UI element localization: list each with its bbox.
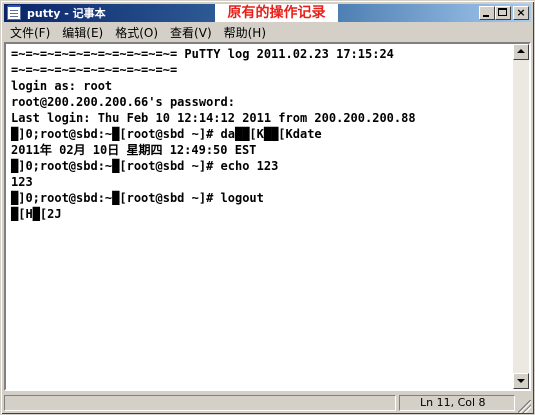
menu-format[interactable]: 格式(O) (109, 24, 164, 42)
resize-grip-icon[interactable] (518, 400, 531, 413)
title-bar[interactable]: putty - 记事本 原有的操作记录 × (4, 4, 531, 22)
maximize-button[interactable] (495, 6, 511, 20)
text-line: Last login: Thu Feb 10 12:14:12 2011 fro… (11, 111, 416, 125)
window-controls: × (479, 6, 529, 20)
status-bar: Ln 11, Col 8 (4, 393, 531, 413)
menu-help[interactable]: 帮助(H) (218, 24, 272, 42)
window-title: putty - 记事本 (27, 7, 106, 20)
text-line: 123 (11, 175, 33, 189)
notepad-icon[interactable] (7, 5, 21, 20)
text-line: █[H█[2J (11, 207, 62, 221)
text-line: █]0;root@sbd:~█[root@sbd ~]# logout (11, 191, 264, 205)
minimize-icon (480, 7, 494, 19)
close-button[interactable]: × (513, 6, 529, 20)
text-line: login as: root (11, 79, 113, 93)
maximize-icon (496, 7, 510, 19)
title-annotation: 原有的操作记录 (215, 4, 338, 22)
arrow-up-icon (517, 49, 525, 53)
arrow-down-icon (517, 379, 525, 383)
status-panel (4, 395, 396, 411)
text-line: █]0;root@sbd:~█[root@sbd ~]# echo 123 (11, 159, 279, 173)
notepad-window: putty - 记事本 原有的操作记录 × 文件(F) 编辑(E) 格式(O) … (0, 0, 535, 415)
menu-edit[interactable]: 编辑(E) (56, 24, 109, 42)
menu-view[interactable]: 查看(V) (164, 24, 218, 42)
menu-file[interactable]: 文件(F) (4, 24, 56, 42)
cursor-position: Ln 11, Col 8 (399, 395, 515, 411)
scroll-up-button[interactable] (513, 44, 529, 60)
text-editor[interactable]: =~=~=~=~=~=~=~=~=~=~=~= PuTTY log 2011.0… (4, 42, 531, 391)
text-content[interactable]: =~=~=~=~=~=~=~=~=~=~=~= PuTTY log 2011.0… (8, 46, 515, 387)
menu-bar: 文件(F) 编辑(E) 格式(O) 查看(V) 帮助(H) (4, 24, 531, 42)
text-line: 2011年 02月 10日 星期四 12:49:50 EST (11, 143, 257, 157)
text-line: =~=~=~=~=~=~=~=~=~=~=~= (11, 63, 178, 77)
close-icon: × (516, 6, 526, 19)
text-line: root@200.200.200.66's password: (11, 95, 235, 109)
scroll-down-button[interactable] (513, 373, 529, 389)
minimize-button[interactable] (479, 6, 495, 20)
text-line: █]0;root@sbd:~█[root@sbd ~]# da██[K██[Kd… (11, 127, 322, 141)
text-line: =~=~=~=~=~=~=~=~=~=~=~= PuTTY log 2011.0… (11, 47, 394, 61)
vertical-scrollbar[interactable] (513, 44, 529, 389)
